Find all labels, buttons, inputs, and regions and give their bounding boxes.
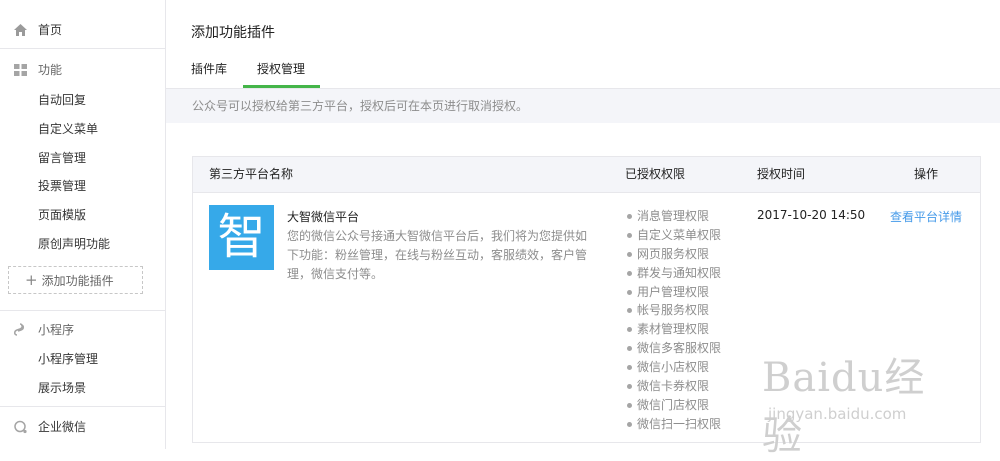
platform-name: 大智微信平台 [287, 210, 360, 224]
table-header: 第三方平台名称 已授权权限 授权时间 操作 [193, 157, 980, 193]
header-platform-name: 第三方平台名称 [209, 167, 294, 181]
permission-item: 微信扫一扫权限 [627, 415, 721, 434]
sidebar-item-label: 展示场景 [38, 381, 87, 395]
permission-item: 微信门店权限 [627, 396, 721, 415]
grid-icon [14, 64, 27, 76]
sidebar-item-auto-reply[interactable]: 自动回复 [0, 86, 165, 114]
sidebar-item-label: 投票管理 [38, 179, 87, 193]
permission-item: 用户管理权限 [627, 283, 721, 302]
sidebar-item-page-templates[interactable]: 页面模版 [0, 201, 165, 229]
sidebar: 首页 功能 自动回复 自定义菜单 留言管理 投票管理 页面模版 原创声明功能 +… [0, 0, 166, 449]
tab-label: 授权管理 [257, 62, 306, 76]
enterprise-wechat-icon [14, 420, 27, 434]
home-icon [14, 24, 27, 36]
sidebar-item-label: 自定义菜单 [38, 122, 99, 136]
header-auth-time: 授权时间 [757, 167, 806, 181]
permission-item: 素材管理权限 [627, 320, 721, 339]
sidebar-item-votes[interactable]: 投票管理 [0, 172, 165, 200]
add-plugin-label: 添加功能插件 [41, 274, 114, 288]
sidebar-item-label: 原创声明功能 [38, 237, 111, 251]
nav-enterprise-wechat[interactable]: 企业微信 [0, 413, 165, 441]
permission-item: 微信多客服权限 [627, 339, 721, 358]
sidebar-divider [0, 310, 165, 311]
sidebar-divider [0, 48, 165, 49]
auth-time: 2017-10-20 14:50 [757, 208, 866, 222]
platform-description: 您的微信公众号接通大智微信平台后，我们将为您提供如下功能：粉丝管理，在线与粉丝互… [287, 229, 588, 281]
tab-bar: 插件库 授权管理 [166, 58, 1000, 89]
nav-group-miniprogram-label: 小程序 [38, 323, 75, 337]
permission-item: 微信小店权限 [627, 358, 721, 377]
sidebar-item-miniprogram-manage[interactable]: 小程序管理 [0, 345, 165, 373]
header-actions: 操作 [914, 167, 939, 181]
sidebar-item-showcase[interactable]: 展示场景 [0, 374, 165, 402]
tab-label: 插件库 [191, 62, 228, 76]
tab-authorization-management[interactable]: 授权管理 [243, 58, 320, 88]
sidebar-item-label: 小程序管理 [38, 352, 99, 366]
permission-item: 群发与通知权限 [627, 264, 721, 283]
permission-item: 自定义菜单权限 [627, 226, 721, 245]
nav-group-miniprogram[interactable]: 小程序 [0, 316, 165, 344]
page-title: 添加功能插件 [191, 25, 275, 41]
add-plugin-button[interactable]: + 添加功能插件 [8, 266, 143, 294]
platform-logo: 智 [209, 205, 274, 270]
watermark-url: jingyan.baidu.com [768, 405, 907, 423]
nav-group-features-label: 功能 [38, 63, 63, 77]
permission-list: 消息管理权限 自定义菜单权限 网页服务权限 群发与通知权限 用户管理权限 帐号服… [627, 207, 721, 434]
permission-item: 微信卡券权限 [627, 377, 721, 396]
watermark: Baidu经验 jingyan.baidu.com [762, 345, 962, 459]
miniprogram-icon [13, 323, 25, 336]
permission-item: 网页服务权限 [627, 245, 721, 264]
permission-item: 消息管理权限 [627, 207, 721, 226]
watermark-logo: Baidu经验 [762, 355, 926, 459]
nav-enterprise-wechat-label: 企业微信 [38, 420, 87, 434]
nav-home-label: 首页 [38, 23, 63, 37]
sidebar-item-label: 自动回复 [38, 93, 87, 107]
sidebar-divider [0, 406, 165, 407]
sidebar-item-label: 页面模版 [38, 208, 87, 222]
sidebar-item-label: 留言管理 [38, 151, 87, 165]
view-platform-details-link[interactable]: 查看平台详情 [890, 208, 962, 225]
nav-group-features[interactable]: 功能 [0, 56, 165, 84]
tab-plugin-library[interactable]: 插件库 [191, 58, 227, 88]
sidebar-item-comments[interactable]: 留言管理 [0, 144, 165, 172]
sidebar-item-custom-menu[interactable]: 自定义菜单 [0, 115, 165, 143]
nav-home[interactable]: 首页 [0, 16, 165, 44]
sidebar-item-original-declaration[interactable]: 原创声明功能 [0, 230, 165, 258]
plus-icon: + [25, 271, 38, 289]
notice-bar: 公众号可以授权给第三方平台，授权后可在本页进行取消授权。 [166, 89, 1000, 123]
header-permissions: 已授权权限 [625, 167, 686, 181]
permission-item: 帐号服务权限 [627, 301, 721, 320]
